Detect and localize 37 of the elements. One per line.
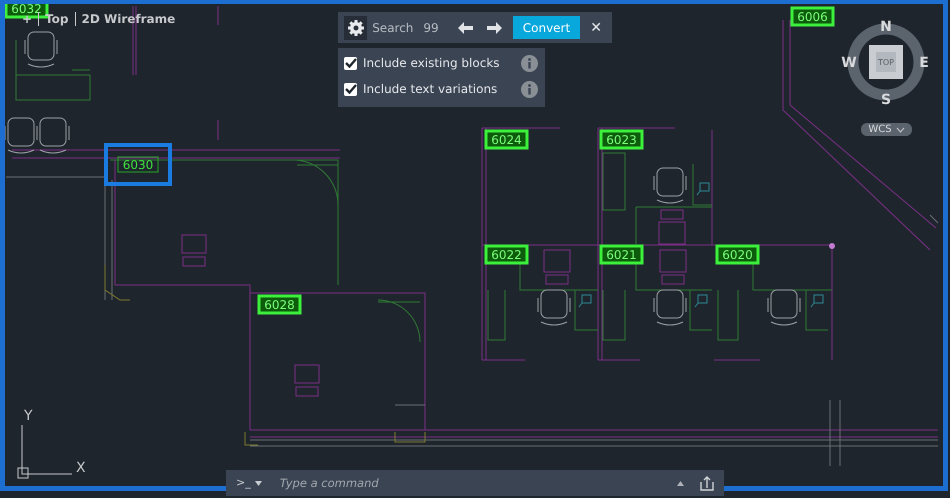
room-label[interactable]: 6030 xyxy=(104,143,172,186)
room-label[interactable]: 6020 xyxy=(716,244,760,264)
visual-style[interactable]: 2D Wireframe xyxy=(82,12,176,26)
coordinate-system-dropdown[interactable]: WCS xyxy=(861,123,912,136)
room-label[interactable]: 6028 xyxy=(258,294,302,314)
y-axis-label: Y xyxy=(24,408,33,424)
room-label[interactable]: 6022 xyxy=(484,244,528,264)
caret-icon[interactable] xyxy=(254,480,262,486)
settings-icon xyxy=(346,18,365,36)
option-label: Include existing blocks xyxy=(363,56,501,70)
share-icon[interactable] xyxy=(700,476,714,490)
command-placeholder: Type a command xyxy=(280,476,380,490)
viewcube-face-label: TOP xyxy=(878,58,894,67)
search-label: Search xyxy=(372,20,414,34)
option-label: Include text variations xyxy=(363,82,498,96)
settings-button[interactable] xyxy=(344,16,368,40)
room-label[interactable]: 6021 xyxy=(600,244,644,264)
match-count: 99 xyxy=(423,20,439,34)
caret-icon xyxy=(896,126,905,132)
compass-north[interactable]: N xyxy=(880,19,892,35)
room-label[interactable]: 6023 xyxy=(600,130,644,150)
right-arrow-icon xyxy=(486,20,503,34)
room-label[interactable]: 6024 xyxy=(484,130,528,150)
compass-west[interactable]: W xyxy=(841,55,857,71)
checkbox[interactable] xyxy=(344,56,357,70)
command-prompt[interactable]: >_ xyxy=(236,475,251,491)
close-button[interactable]: ✕ xyxy=(586,20,606,36)
checkbox[interactable] xyxy=(344,82,357,96)
history-arrow-icon[interactable] xyxy=(677,480,684,486)
compass-south[interactable]: S xyxy=(880,92,892,108)
info-icon[interactable] xyxy=(521,54,538,72)
x-axis-label: X xyxy=(76,460,86,476)
room-label[interactable]: 6006 xyxy=(790,6,834,26)
ucs-axes-icon xyxy=(18,424,72,478)
left-arrow-icon xyxy=(456,20,474,34)
compass-east[interactable]: E xyxy=(919,55,929,71)
info-icon[interactable] xyxy=(521,80,538,98)
